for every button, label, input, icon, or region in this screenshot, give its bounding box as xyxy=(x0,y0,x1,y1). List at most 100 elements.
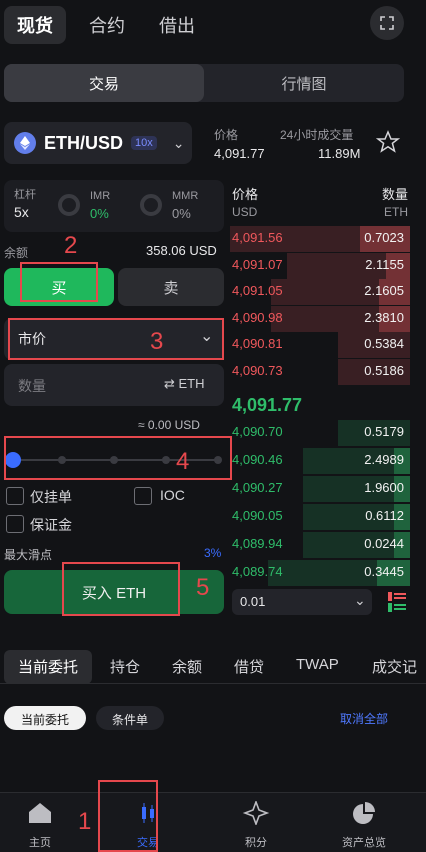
estimate-value: ≈ 0.00 USD xyxy=(138,418,200,432)
ask-qty: 0.5186 xyxy=(364,362,404,378)
ask-price: 4,091.05 xyxy=(232,283,283,298)
leverage-label: 杠杆 xyxy=(14,189,36,201)
tab-contract[interactable]: 合约 xyxy=(80,6,134,44)
bid-row[interactable]: 4,090.27 1.9600 xyxy=(230,476,410,502)
sell-side-button[interactable]: 卖 xyxy=(118,268,224,306)
tab-borrow[interactable]: 借贷 xyxy=(234,656,264,677)
imr-value: 0% xyxy=(90,206,109,221)
ioc-checkbox[interactable] xyxy=(134,487,152,505)
ob-qty-unit: ETH xyxy=(384,205,408,219)
post-only-label: 仅挂单 xyxy=(30,489,72,505)
favorite-star-icon[interactable] xyxy=(375,130,401,159)
ioc-label: IOC xyxy=(160,487,185,503)
ask-qty: 0.5384 xyxy=(364,336,404,351)
bid-row[interactable]: 4,090.46 2.4989 xyxy=(230,448,410,474)
nav-assets[interactable]: 资产总览 xyxy=(324,801,404,850)
sparkle-icon xyxy=(242,799,270,827)
amount-input[interactable]: 数量 ⇄ ETH xyxy=(4,364,224,406)
post-only-checkbox[interactable] xyxy=(6,487,24,505)
ob-qty-header: 数量 xyxy=(382,187,409,202)
bid-price: 4,090.46 xyxy=(232,452,283,467)
chevron-down-icon: ⌄ xyxy=(172,134,185,151)
bid-qty: 1.9600 xyxy=(364,480,404,495)
ask-row[interactable]: 4,091.07 2.1155 xyxy=(230,252,410,279)
bid-row[interactable]: 4,090.05 0.6112 xyxy=(230,504,410,530)
slippage-value[interactable]: 3% xyxy=(204,546,221,560)
filter-current[interactable]: 当前委托 xyxy=(4,706,86,730)
bid-qty: 0.3445 xyxy=(364,564,404,579)
tick-size-value: 0.01 xyxy=(240,594,266,609)
bid-row[interactable]: 4,090.70 0.5179 xyxy=(230,420,410,446)
ask-price: 4,091.56 xyxy=(232,230,283,245)
slippage-label: 最大滑点 xyxy=(4,548,53,562)
ob-price-header: 价格 xyxy=(232,187,259,202)
ask-row[interactable]: 4,090.73 0.5186 xyxy=(230,358,410,385)
ask-price: 4,091.07 xyxy=(232,256,283,272)
amount-unit-toggle[interactable]: ⇄ ETH xyxy=(164,376,205,392)
ask-qty: 0.7023 xyxy=(364,230,404,245)
home-icon xyxy=(29,803,51,823)
nav-home[interactable]: 主页 xyxy=(0,801,80,850)
ask-qty: 2.1605 xyxy=(364,283,404,298)
nav-points-label: 积分 xyxy=(245,837,267,849)
tab-open-orders[interactable]: 当前委托 xyxy=(4,650,92,684)
tick-size-select[interactable]: 0.01 ⌄ xyxy=(232,589,372,615)
annotation-5: 5 xyxy=(196,574,210,601)
mid-price: 4,091.77 xyxy=(232,395,303,415)
ask-qty: 2.3810 xyxy=(364,309,404,325)
ask-row[interactable]: 4,090.81 0.5384 xyxy=(230,332,410,358)
annotation-box-3 xyxy=(8,318,224,360)
mmr-label: MMR xyxy=(172,190,199,202)
ask-row[interactable]: 4,091.56 0.7023 xyxy=(230,226,410,252)
margin-checkbox[interactable] xyxy=(6,515,24,533)
margin-panel[interactable]: 杠杆 5x IMR 0% MMR 0% xyxy=(4,180,224,232)
pair-name: ETH/USD xyxy=(44,132,124,153)
tab-twap[interactable]: TWAP xyxy=(296,656,339,673)
bid-price: 4,090.05 xyxy=(232,508,283,523)
ask-qty: 2.1155 xyxy=(365,256,404,272)
ask-row[interactable]: 4,091.05 2.1605 xyxy=(230,279,410,305)
ob-price-unit: USD xyxy=(232,205,258,219)
nav-assets-label: 资产总览 xyxy=(342,837,386,849)
tab-balances[interactable]: 余额 xyxy=(172,656,202,677)
volume-label: 24小时成交量 xyxy=(280,128,354,142)
pair-selector[interactable]: ETH/USD 10x ⌄ xyxy=(4,122,192,164)
bid-row[interactable]: 4,089.94 0.0244 xyxy=(230,532,410,558)
filter-conditional[interactable]: 条件单 xyxy=(96,706,164,730)
orderbook-layout-icon[interactable] xyxy=(386,590,408,614)
imr-label: IMR xyxy=(90,190,111,202)
annotation-4: 4 xyxy=(176,448,190,475)
bid-price: 4,090.70 xyxy=(232,424,283,439)
expand-button[interactable] xyxy=(370,6,404,40)
annotation-1: 1 xyxy=(78,808,92,835)
ask-price: 4,090.98 xyxy=(232,309,283,325)
tab-spot[interactable]: 现货 xyxy=(4,6,66,44)
ask-price: 4,090.73 xyxy=(232,362,283,378)
tab-positions[interactable]: 持仓 xyxy=(110,656,140,677)
nav-home-label: 主页 xyxy=(29,837,51,849)
imr-ring-icon xyxy=(58,194,80,216)
expand-icon xyxy=(380,16,394,30)
amount-placeholder: 数量 xyxy=(18,378,46,394)
bid-row[interactable]: 4,089.74 0.3445 xyxy=(230,560,410,586)
annotation-2: 2 xyxy=(64,232,78,259)
segment-chart[interactable]: 行情图 xyxy=(204,64,404,102)
price-value: 4,091.77 xyxy=(214,146,265,161)
bid-price: 4,089.94 xyxy=(232,536,283,551)
nav-points[interactable]: 积分 xyxy=(216,799,296,850)
bottom-nav: 主页 交易 积分 资产总览 xyxy=(0,792,426,852)
bid-qty: 0.0244 xyxy=(364,536,404,551)
tab-lend[interactable]: 借出 xyxy=(150,6,204,44)
ask-price: 4,090.81 xyxy=(232,336,283,351)
tab-fills[interactable]: 成交记 xyxy=(372,656,417,677)
mmr-ring-icon xyxy=(140,194,162,216)
balance-label: 余额 xyxy=(4,246,29,260)
cancel-all-link[interactable]: 取消全部 xyxy=(340,710,388,727)
ask-row[interactable]: 4,090.98 2.3810 xyxy=(230,305,410,332)
price-label: 价格 xyxy=(214,128,239,142)
eth-logo-icon xyxy=(14,132,36,154)
volume-value: 11.89M xyxy=(318,146,361,161)
annotation-box-4 xyxy=(4,436,232,480)
segment-trade[interactable]: 交易 xyxy=(4,64,204,102)
mmr-value: 0% xyxy=(172,206,191,221)
